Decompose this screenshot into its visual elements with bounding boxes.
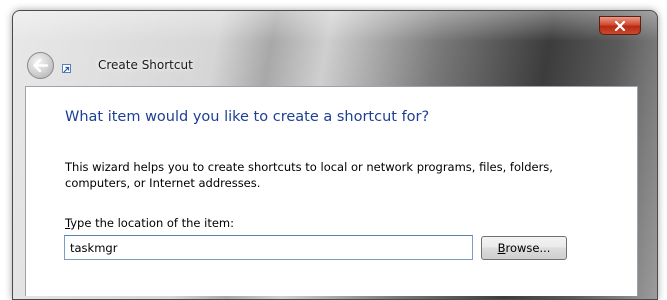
- wizard-description: This wizard helps you to create shortcut…: [65, 160, 553, 190]
- close-icon: [614, 20, 626, 31]
- location-input[interactable]: [64, 235, 473, 260]
- window-title: Create Shortcut: [98, 58, 193, 72]
- create-shortcut-window: Create Shortcut What item would you like…: [0, 0, 667, 300]
- close-button[interactable]: [599, 16, 641, 35]
- browse-accelerator: B: [497, 241, 506, 255]
- location-label: Type the location of the item:: [65, 216, 234, 230]
- back-arrow-icon: [33, 59, 48, 72]
- frame-glass-highlight: [13, 11, 657, 87]
- back-button[interactable]: [27, 52, 54, 79]
- wizard-heading: What item would you like to create a sho…: [65, 109, 430, 125]
- location-label-text: ype the location of the item:: [70, 216, 235, 230]
- browse-button[interactable]: Browse...: [481, 236, 567, 260]
- shortcut-icon: [62, 64, 71, 73]
- browse-label: rowse...: [505, 241, 551, 255]
- wizard-content-pane: What item would you like to create a sho…: [25, 86, 638, 296]
